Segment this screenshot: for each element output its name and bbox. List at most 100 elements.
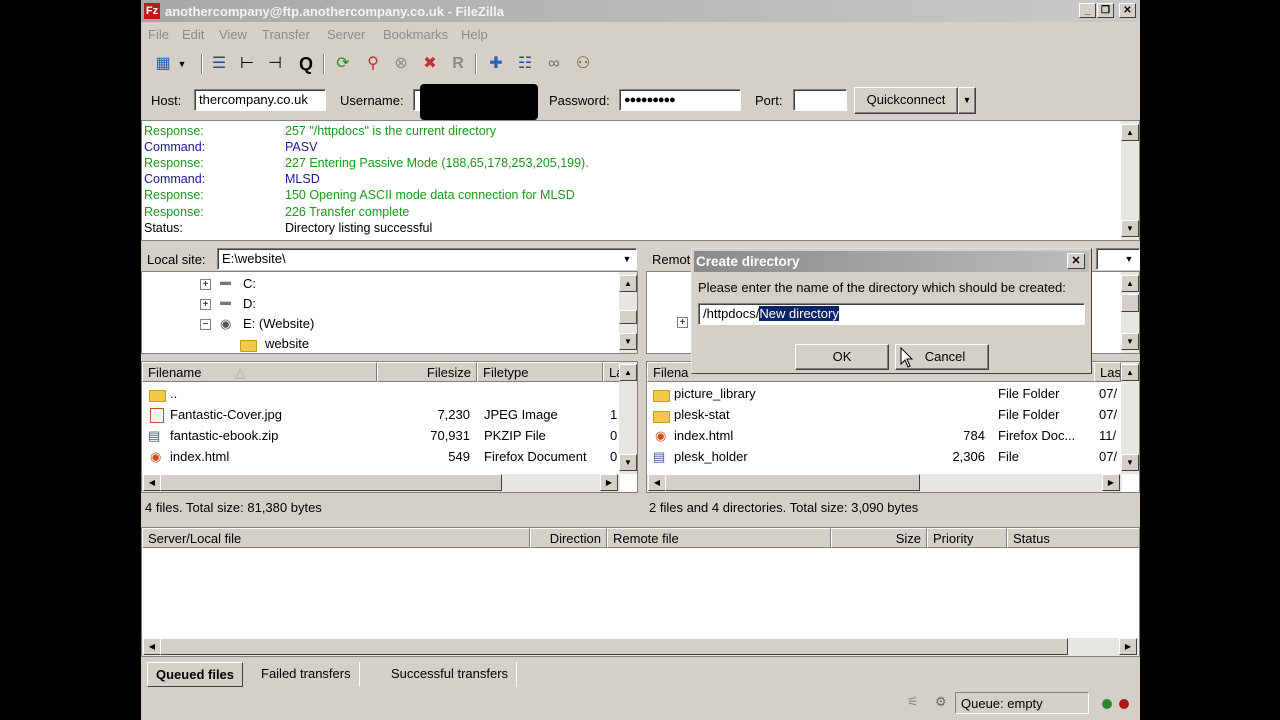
menu-help[interactable]: Help: [461, 27, 488, 42]
message-log: Response: 257 "/httpdocs" is the current …: [141, 120, 1140, 241]
file-row[interactable]: ▤ plesk_holder 2,306 File 07/: [647, 447, 1122, 468]
column-direction[interactable]: Direction: [530, 528, 607, 548]
column-status[interactable]: Status: [1007, 528, 1139, 548]
local-site-bar: Local site: E:\website\ ▼: [141, 247, 638, 271]
remote-tree-scrollbar[interactable]: ▲ ▼: [1121, 272, 1139, 353]
toggle-log-icon[interactable]: ☰: [207, 52, 231, 76]
menu-bookmarks[interactable]: Bookmarks: [383, 27, 448, 42]
tree-expander-icon[interactable]: +: [677, 317, 688, 328]
dialog-close-button[interactable]: ✕: [1067, 253, 1085, 269]
site-manager-dropdown-icon[interactable]: ▼: [175, 52, 189, 76]
column-size[interactable]: Size: [831, 528, 927, 548]
column-remote-file[interactable]: Remote file: [607, 528, 831, 548]
sort-ascending-icon: △: [235, 365, 246, 380]
tab-failed-transfers[interactable]: Failed transfers: [253, 662, 360, 687]
local-site-dropdown-icon[interactable]: ▼: [618, 250, 636, 268]
filter-icon[interactable]: ✚: [484, 52, 508, 76]
toggle-local-tree-icon[interactable]: ⊢: [235, 52, 259, 76]
menu-file[interactable]: File: [148, 27, 169, 42]
sync-browse-icon[interactable]: ∞: [542, 52, 566, 76]
scroll-down-icon[interactable]: ▼: [1121, 333, 1139, 350]
local-tree-scrollbar[interactable]: ▲ ▼: [619, 272, 637, 353]
file-row[interactable]: ..: [142, 384, 620, 405]
file-row[interactable]: ◉ index.html 784 Firefox Doc... 11/: [647, 426, 1122, 447]
html-file-icon: ◉: [150, 449, 162, 464]
queue-hscrollbar[interactable]: ◀ ▶: [142, 638, 1139, 656]
scroll-up-icon[interactable]: ▲: [619, 364, 637, 381]
folder-icon: [653, 408, 670, 423]
refresh-icon[interactable]: ⟳: [331, 52, 355, 76]
disconnect-icon[interactable]: ✖: [418, 52, 442, 76]
process-queue-icon[interactable]: ⚲: [361, 52, 385, 76]
scroll-down-icon[interactable]: ▼: [619, 333, 637, 350]
scroll-up-icon[interactable]: ▲: [1121, 124, 1139, 141]
column-last-modified[interactable]: Las: [1094, 362, 1121, 382]
restore-button[interactable]: ❐: [1097, 3, 1114, 18]
column-filename[interactable]: Filename △: [142, 362, 377, 382]
minimize-button[interactable]: _: [1079, 3, 1096, 18]
scroll-up-icon[interactable]: ▲: [1121, 364, 1139, 381]
remote-site-label: Remot: [652, 252, 691, 267]
scroll-thumb[interactable]: [665, 474, 920, 491]
scroll-up-icon[interactable]: ▲: [1121, 275, 1139, 292]
download-indicator-icon: [1119, 699, 1129, 709]
scroll-right-icon[interactable]: ▶: [600, 474, 618, 491]
menu-transfer[interactable]: Transfer: [262, 27, 310, 42]
scroll-thumb[interactable]: [160, 474, 502, 491]
scroll-down-icon[interactable]: ▼: [1121, 454, 1139, 471]
column-server-local-file[interactable]: Server/Local file: [142, 528, 530, 548]
remote-site-dropdown-icon[interactable]: ▼: [1120, 250, 1138, 268]
html-file-icon: ◉: [655, 428, 667, 443]
directory-name-input[interactable]: /httpdocs/New directory: [698, 303, 1085, 325]
local-status: 4 files. Total size: 81,380 bytes: [145, 500, 322, 515]
scroll-left-icon[interactable]: ◀: [143, 638, 161, 655]
toggle-remote-tree-icon[interactable]: ⊣: [263, 52, 287, 76]
scroll-left-icon[interactable]: ◀: [143, 474, 161, 491]
remote-list-hscrollbar[interactable]: ◀ ▶: [647, 474, 1122, 492]
dialog-prompt: Please enter the name of the directory w…: [698, 280, 1066, 295]
scroll-right-icon[interactable]: ▶: [1119, 638, 1137, 655]
column-filetype[interactable]: Filetype: [477, 362, 603, 382]
file-row[interactable]: ◉ index.html 549 Firefox Document 0: [142, 447, 620, 468]
menu-view[interactable]: View: [219, 27, 247, 42]
scroll-left-icon[interactable]: ◀: [648, 474, 666, 491]
log-scrollbar[interactable]: ▲ ▼: [1121, 121, 1139, 240]
cancel-icon[interactable]: ⊗: [389, 52, 413, 76]
column-priority[interactable]: Priority: [927, 528, 1007, 548]
search-icon[interactable]: ⚇: [571, 52, 595, 76]
file-row[interactable]: ▤ fantastic-ebook.zip 70,931 PKZIP File …: [142, 426, 620, 447]
tab-queued-files[interactable]: Queued files: [147, 662, 244, 687]
ok-button[interactable]: OK: [795, 344, 889, 370]
site-manager-icon[interactable]: ▦: [151, 52, 175, 76]
port-input[interactable]: [793, 89, 847, 111]
scroll-down-icon[interactable]: ▼: [1121, 220, 1139, 237]
scroll-thumb[interactable]: [160, 638, 1068, 655]
port-label: Port:: [755, 93, 783, 108]
toggle-queue-icon[interactable]: Q: [294, 52, 318, 76]
tab-successful-transfers[interactable]: Successful transfers: [383, 662, 518, 687]
scroll-up-icon[interactable]: ▲: [619, 275, 637, 292]
menu-edit[interactable]: Edit: [182, 27, 204, 42]
scroll-down-icon[interactable]: ▼: [619, 454, 637, 471]
scroll-right-icon[interactable]: ▶: [1102, 474, 1120, 491]
column-filesize[interactable]: Filesize: [377, 362, 477, 382]
speed-limit-icon[interactable]: ⚙: [935, 694, 947, 710]
remote-list-scrollbar[interactable]: ▲ ▼: [1121, 362, 1139, 474]
reconnect-icon[interactable]: R: [446, 52, 470, 76]
menu-server[interactable]: Server: [327, 27, 365, 42]
file-row[interactable]: plesk-stat File Folder 07/: [647, 405, 1122, 426]
scroll-thumb[interactable]: [619, 310, 637, 324]
file-row[interactable]: Fantastic-Cover.jpg 7,230 JPEG Image 1: [142, 405, 620, 426]
quickconnect-dropdown-icon[interactable]: ▼: [958, 87, 976, 114]
local-list-hscrollbar[interactable]: ◀ ▶: [142, 474, 620, 492]
close-button[interactable]: ✕: [1119, 3, 1136, 18]
scroll-thumb[interactable]: [1121, 294, 1139, 312]
file-row[interactable]: picture_library File Folder 07/: [647, 384, 1122, 405]
toolbar-separator: [201, 54, 203, 74]
local-list-scrollbar[interactable]: ▲ ▼: [619, 362, 637, 474]
host-input[interactable]: thercompany.co.uk: [194, 89, 326, 111]
password-input[interactable]: ●●●●●●●●●: [619, 89, 741, 111]
compare-icon[interactable]: ☷: [513, 52, 537, 76]
local-site-path[interactable]: E:\website\: [217, 248, 637, 270]
quickconnect-button[interactable]: Quickconnect: [854, 87, 958, 114]
